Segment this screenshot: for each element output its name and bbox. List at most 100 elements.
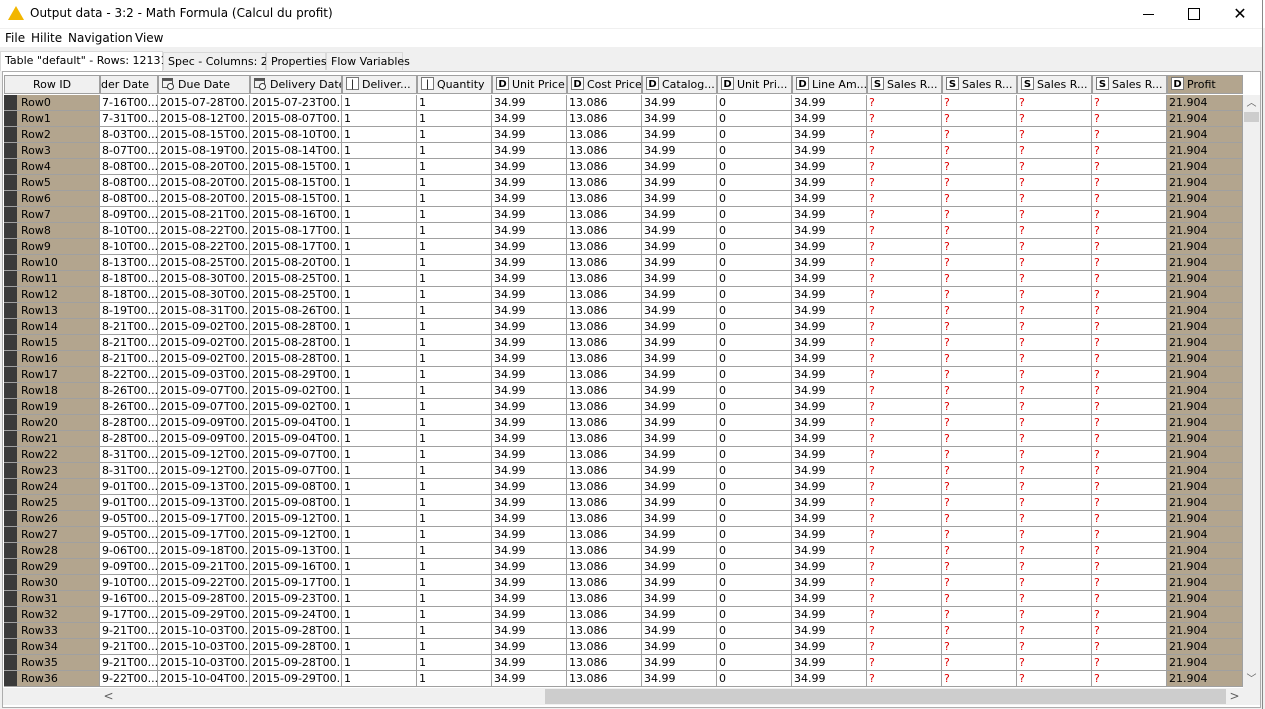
table-cell-deliver[interactable]: 1 xyxy=(342,335,417,351)
table-cell-unit-price[interactable]: 34.99 xyxy=(492,319,567,335)
table-cell-delivery-date[interactable]: 2015-09-07T00... xyxy=(250,447,342,463)
row-id-cell[interactable]: Row32 xyxy=(17,607,100,623)
table-cell-unit-pri[interactable]: 0 xyxy=(717,223,792,239)
table-cell-unit-pri[interactable]: 0 xyxy=(717,399,792,415)
table-cell-sales-r3[interactable]: ? xyxy=(1017,607,1092,623)
table-cell-sales-r3[interactable]: ? xyxy=(1017,335,1092,351)
table-cell-quantity[interactable]: 1 xyxy=(417,447,492,463)
table-cell-sales-r1[interactable]: ? xyxy=(867,191,942,207)
table-cell-due-date[interactable]: 2015-08-31T00... xyxy=(158,303,250,319)
table-cell-profit[interactable]: 21.904 xyxy=(1167,383,1243,399)
column-header-catalog[interactable]: D Catalog... xyxy=(642,75,717,94)
row-id-cell[interactable]: Row17 xyxy=(17,367,100,383)
table-cell-due-date[interactable]: 2015-09-09T00... xyxy=(158,415,250,431)
table-cell-cost-price[interactable]: 13.086 xyxy=(567,559,642,575)
row-id-cell[interactable]: Row35 xyxy=(17,655,100,671)
table-cell-sales-r4[interactable]: ? xyxy=(1092,127,1167,143)
table-cell-delivery-date[interactable]: 2015-09-29T00... xyxy=(250,671,342,687)
table-cell-catalog[interactable]: 34.99 xyxy=(642,463,717,479)
table-cell-profit[interactable]: 21.904 xyxy=(1167,239,1243,255)
table-cell-unit-pri[interactable]: 0 xyxy=(717,527,792,543)
table-cell-deliver[interactable]: 1 xyxy=(342,223,417,239)
table-cell-catalog[interactable]: 34.99 xyxy=(642,367,717,383)
table-cell-profit[interactable]: 21.904 xyxy=(1167,223,1243,239)
table-cell-line-am[interactable]: 34.99 xyxy=(792,463,867,479)
table-cell-catalog[interactable]: 34.99 xyxy=(642,159,717,175)
table-cell-sales-r2[interactable]: ? xyxy=(942,575,1017,591)
table-cell-deliver[interactable]: 1 xyxy=(342,127,417,143)
table-cell-delivery-date[interactable]: 2015-09-16T00... xyxy=(250,559,342,575)
table-cell-due-date[interactable]: 2015-09-02T00... xyxy=(158,319,250,335)
table-cell-due-date[interactable]: 2015-10-03T00... xyxy=(158,655,250,671)
table-cell-sales-r3[interactable]: ? xyxy=(1017,159,1092,175)
table-cell-quantity[interactable]: 1 xyxy=(417,495,492,511)
table-cell-deliver[interactable]: 1 xyxy=(342,367,417,383)
table-cell-cost-price[interactable]: 13.086 xyxy=(567,351,642,367)
table-cell-deliver[interactable]: 1 xyxy=(342,351,417,367)
table-cell-catalog[interactable]: 34.99 xyxy=(642,175,717,191)
row-id-cell[interactable]: Row31 xyxy=(17,591,100,607)
table-cell-unit-price[interactable]: 34.99 xyxy=(492,511,567,527)
table-cell-due-date[interactable]: 2015-08-30T00... xyxy=(158,287,250,303)
table-cell-delivery-date[interactable]: 2015-08-28T00... xyxy=(250,335,342,351)
table-cell-sales-r1[interactable]: ? xyxy=(867,255,942,271)
table-cell-sales-r4[interactable]: ? xyxy=(1092,447,1167,463)
table-cell-line-am[interactable]: 34.99 xyxy=(792,415,867,431)
table-cell-cost-price[interactable]: 13.086 xyxy=(567,207,642,223)
table-cell-catalog[interactable]: 34.99 xyxy=(642,479,717,495)
table-cell-sales-r2[interactable]: ? xyxy=(942,655,1017,671)
table-cell-deliver[interactable]: 1 xyxy=(342,447,417,463)
table-cell-deliver[interactable]: 1 xyxy=(342,383,417,399)
table-cell-profit[interactable]: 21.904 xyxy=(1167,671,1243,687)
table-cell-line-am[interactable]: 34.99 xyxy=(792,351,867,367)
table-cell-catalog[interactable]: 34.99 xyxy=(642,431,717,447)
table-cell-catalog[interactable]: 34.99 xyxy=(642,655,717,671)
table-cell-line-am[interactable]: 34.99 xyxy=(792,287,867,303)
table-cell-deliver[interactable]: 1 xyxy=(342,479,417,495)
table-cell-deliver[interactable]: 1 xyxy=(342,591,417,607)
table-cell-sales-r2[interactable]: ? xyxy=(942,559,1017,575)
table-cell-sales-r2[interactable]: ? xyxy=(942,175,1017,191)
table-cell-unit-pri[interactable]: 0 xyxy=(717,95,792,111)
table-cell-sales-r1[interactable]: ? xyxy=(867,335,942,351)
table-cell-profit[interactable]: 21.904 xyxy=(1167,95,1243,111)
table-cell-quantity[interactable]: 1 xyxy=(417,127,492,143)
table-cell-deliver[interactable]: 1 xyxy=(342,287,417,303)
column-header-quantity[interactable]: | Quantity xyxy=(417,75,492,94)
row-id-cell[interactable]: Row2 xyxy=(17,127,100,143)
table-cell-catalog[interactable]: 34.99 xyxy=(642,447,717,463)
table-cell-deliver[interactable]: 1 xyxy=(342,671,417,687)
table-cell-deliver[interactable]: 1 xyxy=(342,319,417,335)
table-cell-order-date[interactable]: 7-31T00... xyxy=(100,111,158,127)
table-cell-due-date[interactable]: 2015-09-18T00... xyxy=(158,543,250,559)
table-cell-catalog[interactable]: 34.99 xyxy=(642,559,717,575)
row-id-cell[interactable]: Row30 xyxy=(17,575,100,591)
table-cell-sales-r1[interactable]: ? xyxy=(867,351,942,367)
table-cell-profit[interactable]: 21.904 xyxy=(1167,351,1243,367)
table-cell-quantity[interactable]: 1 xyxy=(417,95,492,111)
table-cell-deliver[interactable]: 1 xyxy=(342,463,417,479)
chevron-right-icon[interactable]: > xyxy=(1226,688,1243,705)
table-cell-sales-r2[interactable]: ? xyxy=(942,287,1017,303)
row-id-cell[interactable]: Row21 xyxy=(17,431,100,447)
table-cell-due-date[interactable]: 2015-08-20T00... xyxy=(158,175,250,191)
table-cell-line-am[interactable]: 34.99 xyxy=(792,143,867,159)
table-cell-unit-price[interactable]: 34.99 xyxy=(492,287,567,303)
table-cell-quantity[interactable]: 1 xyxy=(417,191,492,207)
table-cell-deliver[interactable]: 1 xyxy=(342,431,417,447)
table-cell-delivery-date[interactable]: 2015-08-26T00... xyxy=(250,303,342,319)
table-cell-unit-pri[interactable]: 0 xyxy=(717,415,792,431)
table-cell-sales-r2[interactable]: ? xyxy=(942,607,1017,623)
table-cell-due-date[interactable]: 2015-08-15T00... xyxy=(158,127,250,143)
table-cell-sales-r3[interactable]: ? xyxy=(1017,463,1092,479)
table-cell-line-am[interactable]: 34.99 xyxy=(792,191,867,207)
table-cell-sales-r4[interactable]: ? xyxy=(1092,367,1167,383)
table-cell-profit[interactable]: 21.904 xyxy=(1167,463,1243,479)
table-cell-profit[interactable]: 21.904 xyxy=(1167,143,1243,159)
table-cell-deliver[interactable]: 1 xyxy=(342,575,417,591)
table-cell-delivery-date[interactable]: 2015-09-04T00... xyxy=(250,415,342,431)
table-cell-sales-r4[interactable]: ? xyxy=(1092,543,1167,559)
table-cell-delivery-date[interactable]: 2015-09-17T00... xyxy=(250,575,342,591)
vertical-scroll-thumb[interactable] xyxy=(1244,112,1259,122)
table-cell-quantity[interactable]: 1 xyxy=(417,463,492,479)
